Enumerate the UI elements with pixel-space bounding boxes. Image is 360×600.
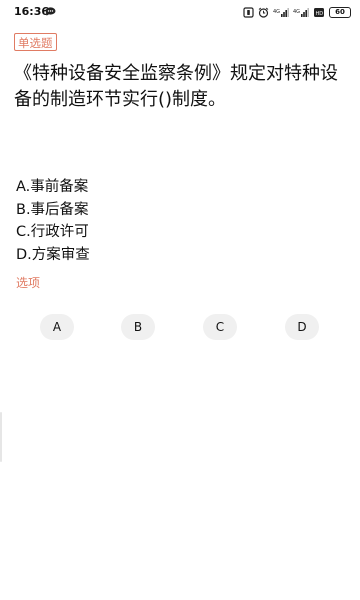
alarm-icon [258, 7, 269, 18]
answer-button-d[interactable]: D [285, 314, 319, 340]
status-icons: 4G 4G HD 60 [243, 6, 351, 19]
status-time: 16:36 [14, 5, 50, 18]
options-list: A.事前备案 B.事后备案 C.行政许可 D.方案审查 [16, 176, 90, 266]
status-bar: 16:36 4G 4G HD 60 [0, 0, 360, 26]
answer-button-b[interactable]: B [121, 314, 155, 340]
battery-icon: 60 [329, 7, 351, 18]
signal-icon: 4G [293, 8, 309, 17]
chat-icon [45, 7, 56, 16]
option-a: A.事前备案 [16, 179, 89, 195]
question-text: 《特种设备安全监察条例》规定对特种设备的制造环节实行()制度。 [14, 63, 338, 110]
svg-text:4G: 4G [273, 9, 280, 15]
answer-button-c[interactable]: C [203, 314, 237, 340]
question-type-tag: 单选题 [14, 33, 57, 51]
answer-button-a[interactable]: A [40, 314, 74, 340]
option-b: B.事后备案 [16, 201, 89, 218]
answer-buttons: A B C D [40, 314, 320, 340]
mute-icon [243, 7, 254, 18]
signal-icon: HD [314, 8, 324, 17]
option-d: D.方案审查 [16, 246, 90, 263]
svg-text:4G: 4G [293, 9, 300, 15]
edge-drag-handle[interactable] [0, 412, 2, 462]
wifi-icon: 4G [273, 8, 289, 17]
option-c: C.行政许可 [16, 224, 89, 240]
svg-text:HD: HD [316, 11, 324, 17]
options-label: 选项 [16, 276, 41, 290]
